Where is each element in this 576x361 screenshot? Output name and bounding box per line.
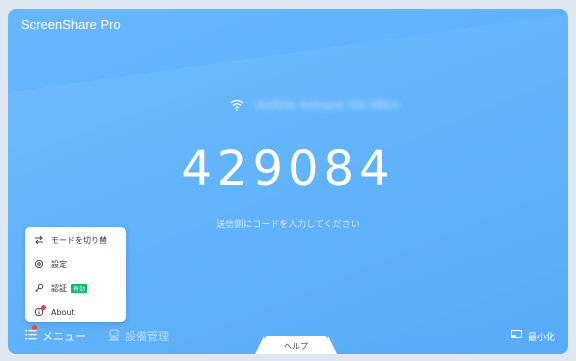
menu-item-about[interactable]: About [34, 304, 75, 320]
menu-button-label: メニュー [42, 330, 86, 343]
minimize-label: 最小化 [527, 333, 555, 343]
device-management-label: 設備管理 [125, 330, 169, 343]
swap-icon [34, 235, 44, 245]
notification-dot [32, 325, 37, 330]
menu-item-settings[interactable]: 設定 [34, 256, 67, 272]
help-label: ヘルプ [284, 341, 308, 351]
menu-popup: モードを切り替 設定 認証 有効 About [25, 227, 126, 322]
network-ssid: mobile-hotspot-5G-0821 [256, 99, 401, 111]
info-icon [34, 305, 46, 317]
menu-item-label: 設定 [51, 259, 67, 269]
device-icon [108, 329, 120, 344]
valid-badge: 有効 [71, 283, 88, 293]
list-icon [25, 329, 37, 343]
menu-item-switch-mode[interactable]: モードを切り替 [34, 232, 107, 248]
menu-item-auth[interactable]: 認証 有効 [34, 280, 88, 296]
key-icon [34, 283, 44, 293]
minimize-button[interactable]: 最小化 [510, 330, 555, 343]
app-title: ScreenShare Pro [21, 17, 121, 32]
help-tab[interactable]: ヘルプ [254, 336, 338, 354]
wifi-icon [230, 99, 244, 111]
notification-dot [41, 305, 46, 310]
connection-code: 429084 [181, 141, 395, 197]
menu-item-label: About [51, 307, 75, 317]
menu-item-label: 認証 [51, 283, 67, 293]
menu-button[interactable]: メニュー [25, 325, 86, 344]
minimize-icon [510, 330, 522, 343]
network-row: mobile-hotspot-5G-0821 [230, 99, 400, 111]
bottom-left-bar: メニュー 設備管理 [25, 325, 169, 344]
main-screen: ScreenShare Pro mobile-hotspot-5G-0821 4… [8, 9, 568, 354]
menu-item-label: モードを切り替 [51, 235, 107, 245]
settings-icon [34, 259, 44, 269]
device-management-button[interactable]: 設備管理 [108, 328, 169, 344]
